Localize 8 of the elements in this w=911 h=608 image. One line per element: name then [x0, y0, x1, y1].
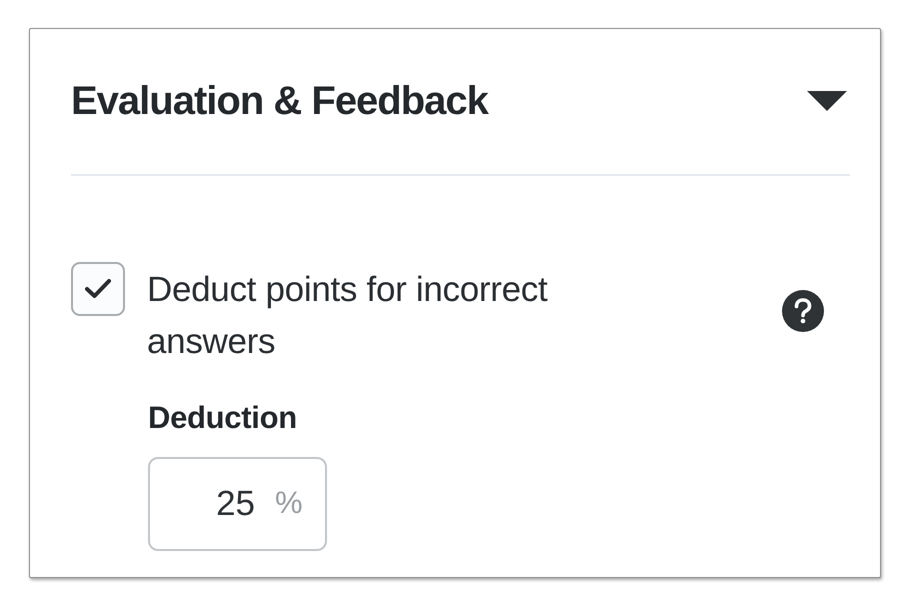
unit-label: % — [275, 485, 303, 521]
check-icon — [85, 279, 111, 299]
deduction-label: Deduction — [148, 399, 297, 437]
section-title: Evaluation & Feedback — [71, 78, 488, 124]
caret-icon[interactable] — [807, 91, 847, 111]
help-icon[interactable] — [782, 290, 824, 332]
option-label: Deduct points for incorrect answers — [147, 269, 548, 363]
checkbox[interactable] — [71, 262, 125, 316]
